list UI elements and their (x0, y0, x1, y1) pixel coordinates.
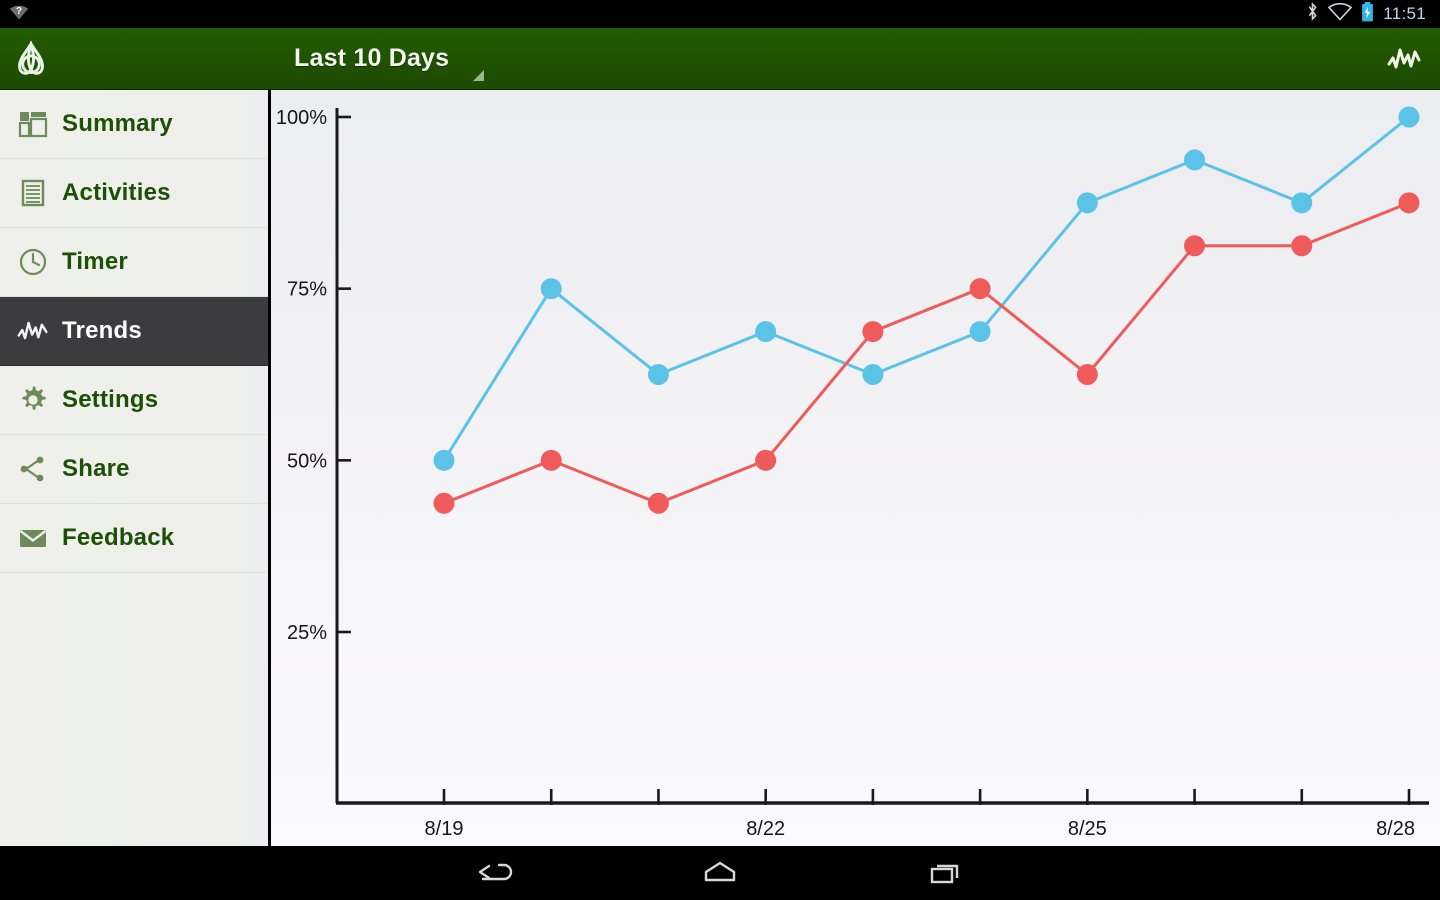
y-tick-label: 100% (276, 107, 327, 129)
android-status-bar: ? 11:51 (0, 0, 1440, 28)
status-bar-right: 11:51 (1306, 1, 1440, 27)
data-point[interactable] (647, 364, 669, 385)
triquetra-logo-icon[interactable] (0, 28, 62, 90)
chart-axes (335, 108, 1429, 805)
data-point[interactable] (1398, 192, 1420, 214)
android-nav-bar (0, 846, 1440, 900)
data-point[interactable] (969, 321, 991, 343)
action-bar: Last 10 Days (0, 28, 1440, 90)
page-title[interactable]: Last 10 Days (294, 44, 449, 73)
wifi-icon (1328, 2, 1353, 26)
series-line (442, 115, 1411, 462)
sidebar-item-activities[interactable]: Activities (0, 159, 268, 228)
x-tick-label: 8/28 (1376, 818, 1415, 840)
data-point[interactable] (1076, 364, 1098, 385)
sidebar-item-label: Settings (62, 386, 159, 413)
recents-icon[interactable] (898, 846, 994, 900)
sidebar-item-label: Summary (62, 110, 173, 137)
data-point[interactable] (755, 321, 777, 343)
data-point[interactable] (862, 364, 884, 385)
main-content: Summary Activities Timer Trends Settings… (0, 90, 1440, 846)
x-tick-label: 8/22 (746, 818, 785, 840)
svg-text:?: ? (16, 5, 22, 16)
sidebar-nav: Summary Activities Timer Trends Settings… (0, 90, 271, 846)
y-tick-label: 25% (287, 622, 327, 644)
data-point[interactable] (647, 492, 669, 514)
data-point[interactable] (433, 492, 455, 514)
sidebar-item-trends[interactable]: Trends (0, 297, 268, 366)
data-point[interactable] (1291, 192, 1313, 214)
y-axis-ticks: 25% 50% 75% 100% (276, 107, 351, 644)
data-point[interactable] (1291, 235, 1313, 257)
trends-waveform-icon[interactable] (1368, 28, 1440, 90)
sidebar-item-label: Activities (62, 179, 171, 206)
status-bar-clock: 11:51 (1383, 4, 1426, 23)
data-point[interactable] (1398, 106, 1420, 128)
x-tick-label: 8/19 (425, 818, 464, 840)
x-axis-ticks: 8/19 8/22 8/25 8/28 (425, 789, 1415, 840)
gear-icon (10, 377, 56, 423)
data-point[interactable] (969, 278, 991, 300)
data-point[interactable] (1184, 149, 1206, 171)
data-point[interactable] (433, 449, 455, 471)
clock-icon (10, 239, 56, 285)
sidebar-item-summary[interactable]: Summary (0, 90, 268, 159)
sidebar-item-feedback[interactable]: Feedback (0, 504, 268, 573)
bluetooth-icon (1306, 2, 1319, 26)
dashboard-icon (10, 101, 56, 147)
data-point[interactable] (755, 449, 777, 471)
sidebar-item-share[interactable]: Share (0, 435, 268, 504)
dropdown-caret-icon[interactable] (473, 70, 485, 81)
sidebar-item-timer[interactable]: Timer (0, 228, 268, 297)
status-bar-left: ? (0, 1, 30, 28)
data-point[interactable] (1076, 192, 1098, 214)
data-point[interactable] (1184, 235, 1206, 257)
sidebar-item-settings[interactable]: Settings (0, 366, 268, 435)
chart-series-blue-series[interactable] (433, 106, 1420, 471)
share-icon (10, 446, 56, 492)
sidebar-item-label: Timer (62, 248, 128, 275)
data-point[interactable] (540, 278, 562, 300)
y-tick-label: 75% (287, 279, 327, 301)
sidebar-item-label: Feedback (62, 524, 175, 551)
wifi-unknown-icon: ? (8, 1, 30, 28)
sidebar-item-label: Trends (62, 317, 142, 344)
data-point[interactable] (862, 321, 884, 343)
back-arrow-icon[interactable] (446, 846, 542, 900)
battery-charging-icon (1361, 1, 1374, 27)
home-icon[interactable] (672, 846, 768, 900)
trends-chart[interactable]: 25% 50% 75% 100% 8/19 8/22 8/25 8/28 (271, 90, 1440, 846)
data-point[interactable] (540, 449, 562, 471)
x-tick-label: 8/25 (1068, 818, 1107, 840)
line-chart-svg[interactable]: 25% 50% 75% 100% 8/19 8/22 8/25 8/28 (271, 90, 1437, 846)
y-tick-label: 50% (287, 450, 327, 472)
sidebar-item-label: Share (62, 455, 130, 482)
waveform-icon (10, 308, 56, 354)
envelope-icon (10, 515, 56, 561)
list-icon (10, 170, 56, 216)
